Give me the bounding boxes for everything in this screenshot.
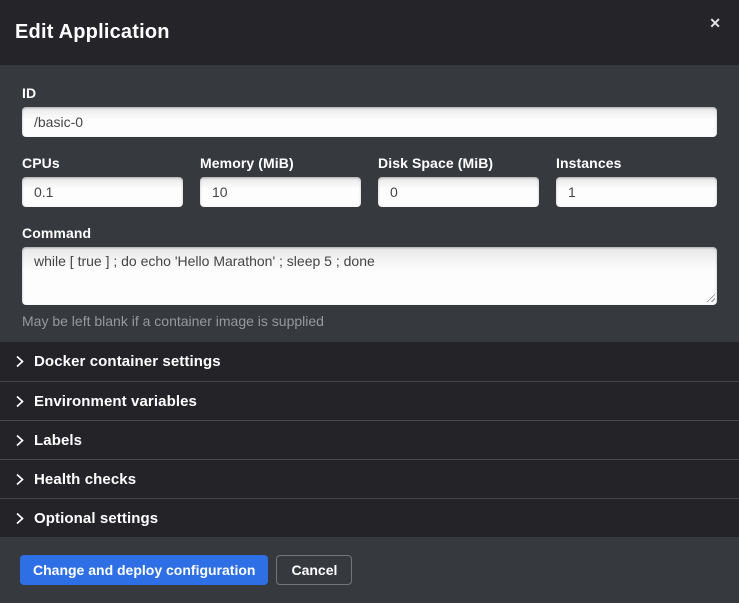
resources-row: CPUs Memory (MiB) Disk Space (MiB) Insta… xyxy=(22,155,717,207)
section-docker-container-settings[interactable]: Docker container settings xyxy=(0,342,739,381)
section-labels[interactable]: Labels xyxy=(0,420,739,459)
field-disk-space: Disk Space (MiB) xyxy=(378,155,539,207)
chevron-right-icon xyxy=(15,512,24,525)
memory-input[interactable] xyxy=(200,177,361,207)
memory-label: Memory (MiB) xyxy=(200,155,361,171)
command-input[interactable]: while [ true ] ; do echo 'Hello Marathon… xyxy=(22,247,717,305)
modal-header: Edit Application ✕ xyxy=(0,0,739,65)
cancel-button[interactable]: Cancel xyxy=(276,555,352,585)
chevron-right-icon xyxy=(15,473,24,486)
section-label: Health checks xyxy=(34,471,136,488)
command-label: Command xyxy=(22,225,717,241)
disk-space-label: Disk Space (MiB) xyxy=(378,155,539,171)
disk-space-input[interactable] xyxy=(378,177,539,207)
command-textarea-wrap: while [ true ] ; do echo 'Hello Marathon… xyxy=(22,247,717,305)
section-label: Optional settings xyxy=(34,510,158,527)
field-instances: Instances xyxy=(556,155,717,207)
section-environment-variables[interactable]: Environment variables xyxy=(0,381,739,420)
change-and-deploy-button[interactable]: Change and deploy configuration xyxy=(20,555,268,585)
id-label: ID xyxy=(22,85,717,101)
field-id: ID xyxy=(22,85,717,137)
modal-footer: Change and deploy configuration Cancel xyxy=(0,537,739,603)
field-cpus: CPUs xyxy=(22,155,183,207)
form-area: ID CPUs Memory (MiB) Disk Space (MiB) In… xyxy=(0,65,739,342)
accordion: Docker container settings Environment va… xyxy=(0,342,739,537)
edit-application-modal: Edit Application ✕ ID CPUs Memory (MiB) … xyxy=(0,0,739,599)
section-label: Environment variables xyxy=(34,393,197,410)
cpus-input[interactable] xyxy=(22,177,183,207)
cpus-label: CPUs xyxy=(22,155,183,171)
chevron-right-icon xyxy=(15,355,24,368)
instances-label: Instances xyxy=(556,155,717,171)
modal-title: Edit Application xyxy=(15,21,170,44)
section-optional-settings[interactable]: Optional settings xyxy=(0,498,739,537)
chevron-right-icon xyxy=(15,395,24,408)
field-command: Command while [ true ] ; do echo 'Hello … xyxy=(22,225,717,329)
command-help-text: May be left blank if a container image i… xyxy=(22,313,717,329)
field-memory: Memory (MiB) xyxy=(200,155,361,207)
close-icon[interactable]: ✕ xyxy=(705,14,725,32)
instances-input[interactable] xyxy=(556,177,717,207)
section-label: Docker container settings xyxy=(34,353,221,370)
chevron-right-icon xyxy=(15,434,24,447)
section-label: Labels xyxy=(34,432,82,449)
id-input[interactable] xyxy=(22,107,717,137)
section-health-checks[interactable]: Health checks xyxy=(0,459,739,498)
